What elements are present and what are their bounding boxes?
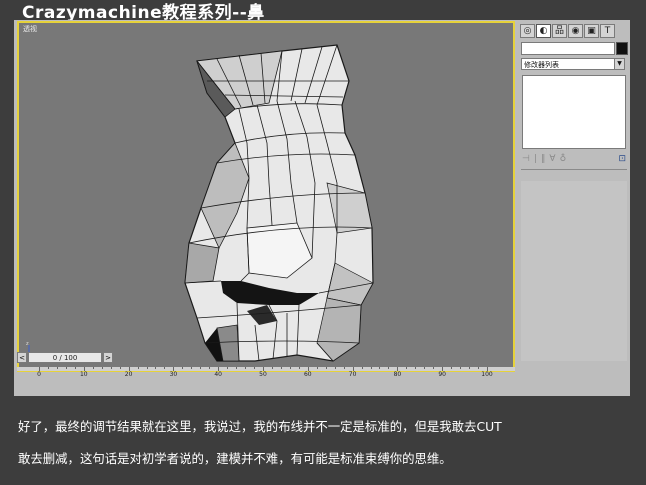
trackbar-minor-tick — [137, 367, 139, 369]
trackbar-minor-tick — [406, 367, 408, 369]
parameters-rollout — [521, 181, 627, 361]
show-end-result-icon[interactable]: | — [534, 154, 537, 164]
make-unique-icon[interactable]: ‖ — [541, 154, 546, 164]
trackbar-minor-tick — [460, 367, 462, 369]
hierarchy-tab[interactable]: 品 — [552, 24, 567, 38]
trackbar[interactable]: 0 10 20 30 40 50 60 70 80 90 100 — [17, 367, 515, 378]
trackbar-minor-tick — [92, 367, 94, 369]
trackbar-minor-tick — [334, 367, 336, 369]
panel-divider — [521, 169, 627, 170]
trackbar-minor-tick — [146, 367, 148, 369]
caption-line-1: 好了，最终的调节结果就在这里，我说过，我的布线并不一定是标准的，但是我敢去CUT — [18, 419, 502, 434]
trash-icon[interactable]: ♁ — [560, 154, 567, 164]
trackbar-minor-tick — [227, 367, 229, 369]
trackbar-minor-tick — [424, 367, 426, 369]
trackbar-minor-tick — [289, 367, 291, 369]
trackbar-tick-label: 90 — [438, 371, 447, 378]
prev-frame-button[interactable]: < — [17, 352, 27, 363]
perspective-viewport[interactable]: 透视 z — [17, 21, 515, 372]
trackbar-minor-tick — [74, 367, 76, 369]
pin-stack-icon[interactable]: ⊣ — [522, 154, 530, 164]
utilities-tab[interactable]: T — [600, 24, 615, 38]
trackbar-tick-label: 70 — [348, 371, 357, 378]
trackbar-minor-tick — [155, 367, 157, 369]
trackbar-tick-label: 60 — [303, 371, 312, 378]
trackbar-minor-tick — [280, 367, 282, 369]
trackbar-minor-tick — [236, 367, 238, 369]
trackbar-minor-tick — [65, 367, 67, 369]
modifier-list-label: 修改器列表 — [524, 61, 559, 69]
trackbar-tick-label: 20 — [124, 371, 133, 378]
trackbar-minor-tick — [298, 367, 300, 369]
trackbar-minor-tick — [182, 367, 184, 369]
trackbar-tick-label: 30 — [169, 371, 178, 378]
trackbar-minor-tick — [388, 367, 390, 369]
trackbar-minor-tick — [478, 367, 480, 369]
trackbar-minor-tick — [433, 367, 435, 369]
trackbar-minor-tick — [47, 367, 49, 369]
chevron-down-icon[interactable]: ▼ — [614, 59, 624, 69]
trackbar-minor-tick — [254, 367, 256, 369]
trackbar-minor-tick — [451, 367, 453, 369]
viewport-label[interactable]: 透视 — [23, 24, 37, 34]
trackbar-minor-tick — [119, 367, 121, 369]
command-panel: ◎ ◐ 品 ◉ ▣ T 修改器列表 ▼ ⊣ | ‖ ∀ ♁ ⊡ — [518, 21, 630, 376]
command-panel-tabs: ◎ ◐ 品 ◉ ▣ T — [520, 24, 615, 40]
create-tab[interactable]: ◎ — [520, 24, 535, 38]
motion-tab[interactable]: ◉ — [568, 24, 583, 38]
svg-text:z: z — [26, 341, 29, 347]
modifier-list-dropdown[interactable]: 修改器列表 ▼ — [521, 58, 625, 70]
trackbar-minor-tick — [209, 367, 211, 369]
trackbar-tick-label: 10 — [79, 371, 88, 378]
time-slider-bar: < 0 / 100 > — [17, 352, 515, 364]
trackbar-minor-tick — [271, 367, 273, 369]
trackbar-minor-tick — [469, 367, 471, 369]
trackbar-minor-tick — [101, 367, 103, 369]
trackbar-minor-tick — [415, 367, 417, 369]
configure-sets-icon[interactable]: ⊡ — [618, 154, 626, 164]
trackbar-minor-tick — [361, 367, 363, 369]
trackbar-tick-label: 50 — [259, 371, 267, 378]
caption-line-2: 敢去删减，这句话是对初学者说的，建模并不难，有可能是标准束缚你的思维。 — [18, 451, 452, 466]
trackbar-minor-tick — [110, 367, 112, 369]
object-name-input[interactable] — [521, 42, 615, 55]
stack-toolbar: ⊣ | ‖ ∀ ♁ ⊡ — [522, 153, 626, 165]
trackbar-tick-label: 40 — [214, 371, 223, 378]
trackbar-tick-label: 80 — [393, 371, 402, 378]
trackbar-minor-tick — [56, 367, 58, 369]
modify-tab[interactable]: ◐ — [536, 24, 551, 38]
trackbar-tick-label: 100 — [481, 371, 493, 378]
trackbar-minor-tick — [343, 367, 345, 369]
object-color-swatch[interactable] — [616, 42, 628, 55]
trackbar-minor-tick — [200, 367, 202, 369]
trackbar-tick-label: 0 — [37, 371, 41, 378]
trackbar-minor-tick — [164, 367, 166, 369]
trackbar-minor-tick — [316, 367, 318, 369]
time-slider[interactable]: 0 / 100 — [28, 352, 102, 363]
display-tab[interactable]: ▣ — [584, 24, 599, 38]
next-frame-button[interactable]: > — [103, 352, 113, 363]
trackbar-minor-tick — [245, 367, 247, 369]
modifier-stack-list[interactable] — [522, 75, 626, 149]
trackbar-minor-tick — [370, 367, 372, 369]
trackbar-minor-tick — [379, 367, 381, 369]
nose-mesh-model[interactable] — [177, 43, 377, 363]
remove-modifier-icon[interactable]: ∀ — [549, 154, 555, 164]
trackbar-minor-tick — [325, 367, 327, 369]
trackbar-minor-tick — [191, 367, 193, 369]
